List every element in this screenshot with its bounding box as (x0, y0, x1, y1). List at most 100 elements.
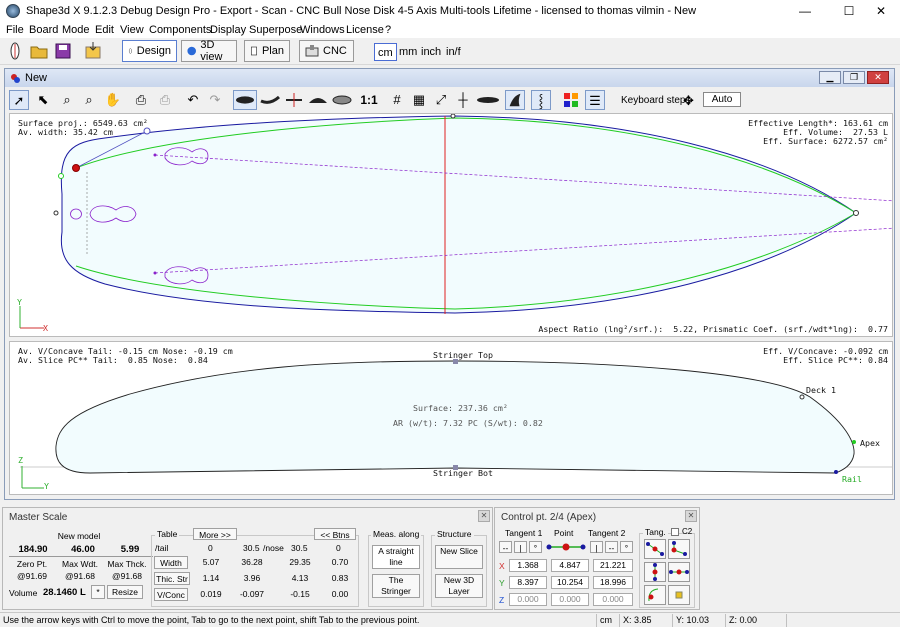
menu-help[interactable]: ? (385, 24, 391, 36)
tangent-mode-curve-icon[interactable] (644, 585, 666, 605)
mode-design-button[interactable]: Design (122, 40, 177, 62)
menu-file[interactable]: File (6, 24, 24, 36)
x-tangent2-input[interactable]: 21.221 (593, 559, 633, 572)
menu-board[interactable]: Board (29, 24, 58, 36)
mode-plan-button[interactable]: Plan (244, 40, 290, 62)
mode-3d-view-button[interactable]: 3D view (181, 39, 237, 63)
doc-restore-button[interactable]: ❐ (843, 71, 865, 84)
width-nose-30[interactable]: 29.35 (279, 557, 321, 567)
menu-windows[interactable]: Windows (300, 24, 345, 36)
tangent1-vertical-button[interactable]: | (514, 541, 527, 553)
grid-icon[interactable]: # (387, 90, 407, 110)
board-icon[interactable] (5, 41, 25, 61)
zoom-window-icon[interactable]: ⌕ (79, 90, 99, 110)
master-scale-close-icon[interactable]: ✕ (478, 510, 490, 522)
vconc-nose-0[interactable]: 0.00 (321, 589, 359, 599)
tangent-mode-diagonal-icon[interactable] (644, 539, 666, 559)
open-folder-icon[interactable] (29, 41, 49, 61)
tangent-mode-corner-icon[interactable] (668, 539, 690, 559)
select-point-icon[interactable]: ⬉ (33, 90, 53, 110)
tangent1-horizontal-button[interactable]: -- (499, 541, 512, 553)
vconc-nose-30[interactable]: -0.15 (279, 589, 321, 599)
doc-close-button[interactable]: ✕ (867, 71, 889, 84)
y-tangent1-input[interactable]: 8.397 (509, 576, 547, 589)
paste-icon[interactable]: ⎙ (155, 90, 175, 110)
table-btns-button[interactable]: << Btns (314, 528, 356, 540)
straight-line-button[interactable]: A straight line (372, 545, 420, 569)
symmetry-icon[interactable]: ⸾ (531, 90, 551, 110)
menu-display[interactable]: Display (210, 24, 246, 36)
y-point-input[interactable]: 10.254 (551, 576, 589, 589)
menu-view[interactable]: View (120, 24, 144, 36)
row-vconc-button[interactable]: V/Conc (154, 588, 188, 601)
z-point-input[interactable]: 0.000 (551, 593, 589, 606)
board-silhouette-icon[interactable] (475, 90, 501, 110)
new-3d-layer-button[interactable]: New 3D Layer (435, 574, 483, 598)
table-icon[interactable]: ▦ (409, 90, 429, 110)
thickness-value[interactable]: 5.99 (107, 544, 153, 555)
menu-superpose[interactable]: Superpose (249, 24, 302, 36)
slice-icon[interactable] (283, 90, 305, 110)
tangent-mode-point-icon[interactable] (668, 585, 690, 605)
scale-1-1-button[interactable]: 1:1 (357, 90, 381, 110)
unit-mm[interactable]: mm (396, 43, 420, 61)
menu-components[interactable]: Components (149, 24, 211, 36)
row-width-button[interactable]: Width (154, 556, 188, 569)
vconc-tail-0[interactable]: 0.019 (191, 589, 231, 599)
tangent2-vertical-button[interactable]: | (590, 541, 603, 553)
notes-icon[interactable]: ☰ (585, 90, 605, 110)
tangent2-angle-button[interactable]: ° (620, 541, 633, 553)
unit-cm[interactable]: cm (374, 43, 397, 61)
width-value[interactable]: 46.00 (58, 544, 108, 555)
slice-view[interactable]: Av. V/Concave Tail: -0.15 cm Nose: -0.19… (9, 341, 893, 495)
thic-tail-0[interactable]: 1.14 (191, 573, 231, 583)
bottom-icon[interactable] (331, 90, 353, 110)
keyboard-steps-input[interactable]: Auto (703, 92, 741, 107)
cross-axis-icon[interactable]: ┼ (453, 90, 473, 110)
maximize-button[interactable]: ☐ (834, 3, 864, 19)
select-arrow-icon[interactable]: ➚ (9, 90, 29, 110)
menu-mode[interactable]: Mode (62, 24, 90, 36)
move-steps-icon[interactable]: ✥ (683, 93, 694, 109)
thic-nose-30[interactable]: 4.13 (279, 573, 321, 583)
pan-hand-icon[interactable]: ✋ (103, 90, 123, 110)
control-point-close-icon[interactable]: ✕ (685, 510, 697, 522)
close-button[interactable]: ✕ (866, 3, 896, 19)
menu-edit[interactable]: Edit (95, 24, 114, 36)
z-tangent1-input[interactable]: 0.000 (509, 593, 547, 606)
undo-icon[interactable]: ↶ (183, 90, 203, 110)
width-tail-30[interactable]: 36.28 (231, 557, 273, 567)
z-tangent2-input[interactable]: 0.000 (593, 593, 633, 606)
thic-nose-0[interactable]: 0.83 (321, 573, 359, 583)
tangent-mode-horizontal-icon[interactable] (668, 562, 690, 582)
redo-icon[interactable]: ↷ (205, 90, 225, 110)
minimize-button[interactable]: — (790, 3, 820, 19)
width-tail-0[interactable]: 5.07 (191, 557, 231, 567)
plan-board-icon[interactable] (233, 90, 257, 110)
tangent1-angle-button[interactable]: ° (529, 541, 542, 553)
plan-view[interactable]: Surface proj.: 6549.63 cm² Av. width: 35… (9, 113, 893, 337)
save-icon[interactable] (53, 41, 73, 61)
screenshot-icon[interactable]: ⎙ (131, 90, 151, 110)
width-nose-0[interactable]: 0.70 (321, 557, 359, 567)
x-tangent1-input[interactable]: 1.368 (509, 559, 547, 572)
export-icon[interactable] (83, 41, 103, 61)
zoom-icon[interactable]: ⌕ (57, 90, 77, 110)
fin-icon[interactable] (505, 90, 525, 110)
section-icon[interactable] (307, 90, 329, 110)
c2-checkbox[interactable] (671, 528, 679, 536)
table-more-button[interactable]: More >> (193, 528, 237, 540)
plan-outline-canvas[interactable] (10, 114, 892, 336)
length-value[interactable]: 184.90 (7, 544, 59, 555)
volume-star-button[interactable]: * (91, 585, 105, 599)
resize-button[interactable]: Resize (107, 585, 143, 599)
x-point-input[interactable]: 4.847 (551, 559, 589, 572)
y-tangent2-input[interactable]: 18.996 (593, 576, 633, 589)
tangent2-horizontal-button[interactable]: -- (605, 541, 618, 553)
measure-icon[interactable]: ⤢ (431, 90, 451, 110)
color-palette-icon[interactable] (561, 90, 581, 110)
thic-tail-30[interactable]: 3.96 (231, 573, 273, 583)
row-thic-str-button[interactable]: Thic. Str (154, 572, 190, 585)
vconc-tail-30[interactable]: -0.097 (231, 589, 273, 599)
doc-minimize-button[interactable]: ▁ (819, 71, 841, 84)
